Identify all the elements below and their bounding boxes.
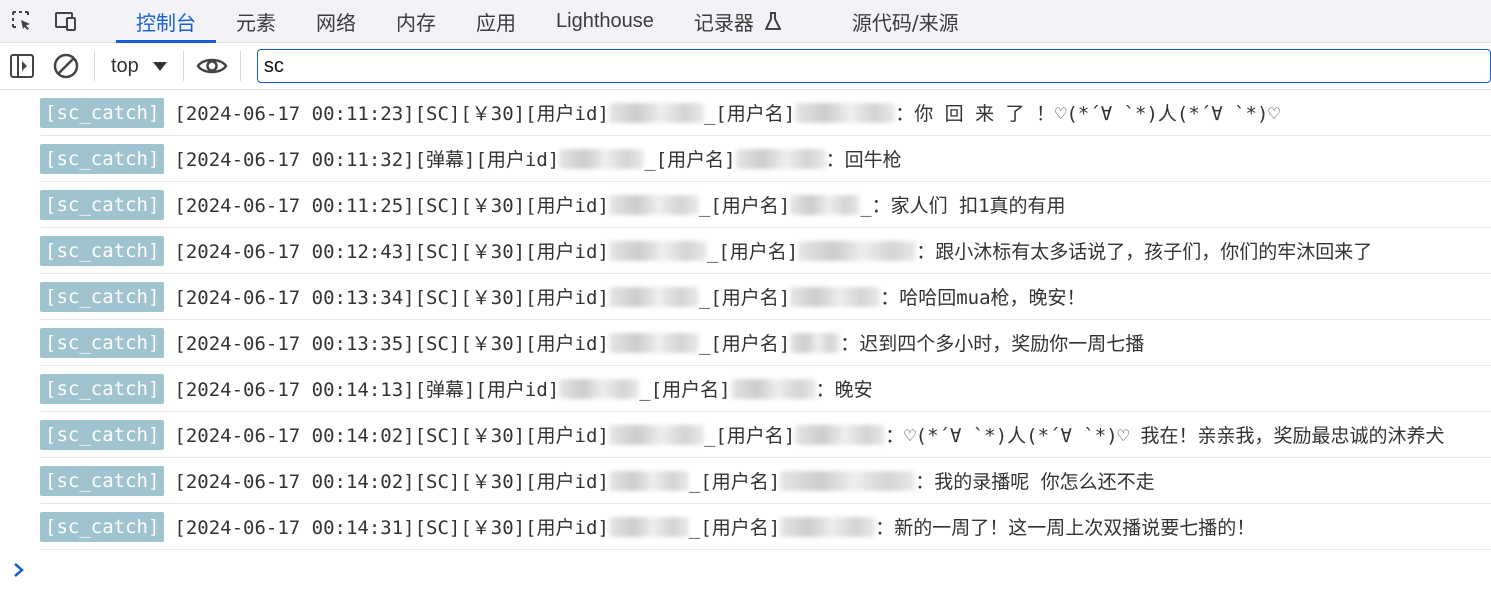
log-tag: [sc_catch] <box>40 143 165 174</box>
log-message: ：哈哈回mua枪，晚安！ <box>880 287 1086 309</box>
log-message: ：你 回 来 了 ！♡(*´∀ `*)人(*´∀ `*)♡ <box>895 103 1280 125</box>
log-name-label: _[用户名] <box>688 471 781 493</box>
tab-lighthouse-label: Lighthouse <box>556 9 654 32</box>
redacted-user-id <box>608 516 689 537</box>
log-row: [sc_catch] [2024-06-17 00:13:34][SC][￥30… <box>40 274 1491 320</box>
tab-sources[interactable]: 源代码/来源 <box>832 0 979 42</box>
log-prefix: [2024-06-17 00:14:02][SC][￥30][用户id] <box>174 425 609 447</box>
console-prompt-icon[interactable] <box>8 556 30 584</box>
tab-network[interactable]: 网络 <box>296 0 376 42</box>
redacted-username <box>735 148 826 169</box>
log-tag: [sc_catch] <box>40 281 165 312</box>
device-toolbar-icon[interactable] <box>44 0 88 42</box>
redacted-user-id <box>608 240 707 261</box>
log-prefix: [2024-06-17 00:11:23][SC][￥30][用户id] <box>174 103 609 125</box>
log-tag: [sc_catch] <box>40 465 165 496</box>
log-tag: [sc_catch] <box>40 511 165 542</box>
log-name-label: _[用户名] <box>706 241 799 263</box>
log-name-label: _[用户名] <box>639 379 731 401</box>
log-row: [sc_catch] [2024-06-17 00:14:02][SC][￥30… <box>40 412 1491 458</box>
log-name-label: _[用户名] <box>703 103 796 125</box>
redacted-username <box>790 332 841 353</box>
log-row: [sc_catch] [2024-06-17 00:14:31][SC][￥30… <box>40 504 1491 550</box>
context-selector[interactable]: top <box>101 55 177 78</box>
redacted-user-id <box>608 286 699 307</box>
log-prefix: [2024-06-17 00:11:32][弹幕][用户id] <box>174 149 560 171</box>
log-prefix: [2024-06-17 00:12:43][SC][￥30][用户id] <box>174 241 609 263</box>
log-prefix: [2024-06-17 00:14:02][SC][￥30][用户id] <box>174 471 609 493</box>
devtools-tab-bar: 控制台 元素 网络 内存 应用 Lighthouse 记录器 源代码/来源 <box>0 0 1491 43</box>
console-filter-input[interactable] <box>256 49 1491 83</box>
log-message: _：家人们 扣1真的有用 <box>860 195 1066 217</box>
redacted-user-id <box>559 148 645 169</box>
log-row: [sc_catch] [2024-06-17 00:13:35][SC][￥30… <box>40 320 1491 366</box>
log-row: [sc_catch] [2024-06-17 00:11:32][弹幕][用户i… <box>40 136 1491 182</box>
console-toolbar: top <box>0 43 1491 90</box>
log-prefix: [2024-06-17 00:11:25][SC][￥30][用户id] <box>174 195 609 217</box>
log-row: [sc_catch] [2024-06-17 00:12:43][SC][￥30… <box>40 228 1491 274</box>
tab-memory[interactable]: 内存 <box>376 0 456 42</box>
toolbar-divider <box>94 51 95 81</box>
log-message: ：晚安 <box>815 379 873 401</box>
redacted-user-id <box>608 424 704 445</box>
tab-application[interactable]: 应用 <box>456 0 536 42</box>
log-row: [sc_catch] [2024-06-17 00:14:13][弹幕][用户i… <box>40 366 1491 412</box>
log-message: ：新的一周了！这一周上次双播说要七播的！ <box>875 517 1256 539</box>
clear-console-icon[interactable] <box>44 43 88 89</box>
log-prefix: [2024-06-17 00:13:35][SC][￥30][用户id] <box>174 333 609 355</box>
log-tag: [sc_catch] <box>40 419 165 450</box>
inspect-element-icon[interactable] <box>0 0 44 42</box>
console-log: [sc_catch] [2024-06-17 00:11:23][SC][￥30… <box>0 90 1491 550</box>
tab-recorder[interactable]: 记录器 <box>674 0 802 42</box>
sidebar-toggle-icon[interactable] <box>0 43 44 89</box>
log-tag: [sc_catch] <box>40 97 165 128</box>
log-name-label: _[用户名] <box>698 287 791 309</box>
log-name-label: _[用户名] <box>703 425 796 447</box>
redacted-user-id <box>608 194 699 215</box>
log-message: ：回牛枪 <box>825 149 902 171</box>
log-message: ：我的录播呢 你怎么还不走 <box>915 471 1155 493</box>
log-tag: [sc_catch] <box>40 189 165 220</box>
log-message: ：跟小沐标有太多话说了，孩子们，你们的牢沐回来了 <box>916 241 1373 263</box>
log-name-label: _[用户名] <box>688 517 781 539</box>
redacted-user-id <box>559 378 640 399</box>
tab-elements[interactable]: 元素 <box>216 0 296 42</box>
redacted-username <box>730 378 816 399</box>
log-name-label: _[用户名] <box>698 333 791 355</box>
redacted-user-id <box>608 102 704 123</box>
redacted-username <box>780 516 876 537</box>
log-tag: [sc_catch] <box>40 235 165 266</box>
log-row: [sc_catch] [2024-06-17 00:11:25][SC][￥30… <box>40 182 1491 228</box>
flask-icon <box>764 11 782 31</box>
log-name-label: _[用户名] <box>698 195 791 217</box>
toolbar-divider <box>239 51 241 81</box>
log-row: [sc_catch] [2024-06-17 00:11:23][SC][￥30… <box>40 90 1491 136</box>
tab-console[interactable]: 控制台 <box>116 0 216 43</box>
tab-recorder-label: 记录器 <box>693 10 754 35</box>
log-tag: [sc_catch] <box>40 373 165 404</box>
live-expression-icon[interactable] <box>190 43 234 89</box>
redacted-username <box>780 470 916 491</box>
redacted-user-id <box>608 470 689 491</box>
log-tag: [sc_catch] <box>40 327 165 358</box>
redacted-username <box>798 240 917 261</box>
context-selector-label: top <box>111 54 139 77</box>
toolbar-divider <box>182 51 184 81</box>
redacted-user-id <box>608 332 699 353</box>
log-row: [sc_catch] [2024-06-17 00:14:02][SC][￥30… <box>40 458 1491 504</box>
log-prefix: [2024-06-17 00:13:34][SC][￥30][用户id] <box>174 287 609 309</box>
log-prefix: [2024-06-17 00:14:31][SC][￥30][用户id] <box>174 517 609 539</box>
tab-lighthouse[interactable]: Lighthouse <box>536 0 674 42</box>
log-message: ：迟到四个多小时，奖励你一周七播 <box>840 333 1145 355</box>
chevron-down-icon <box>152 61 167 71</box>
log-message: ：♡(*´∀ `*)人(*´∀ `*)♡ 我在！亲亲我，奖励最忠诚的沐养犬 <box>885 425 1445 447</box>
redacted-username <box>795 424 886 445</box>
redacted-username <box>790 194 861 215</box>
log-name-label: _[用户名] <box>644 149 736 171</box>
redacted-username <box>795 102 896 123</box>
redacted-username <box>790 286 881 307</box>
log-prefix: [2024-06-17 00:14:13][弹幕][用户id] <box>174 379 560 401</box>
